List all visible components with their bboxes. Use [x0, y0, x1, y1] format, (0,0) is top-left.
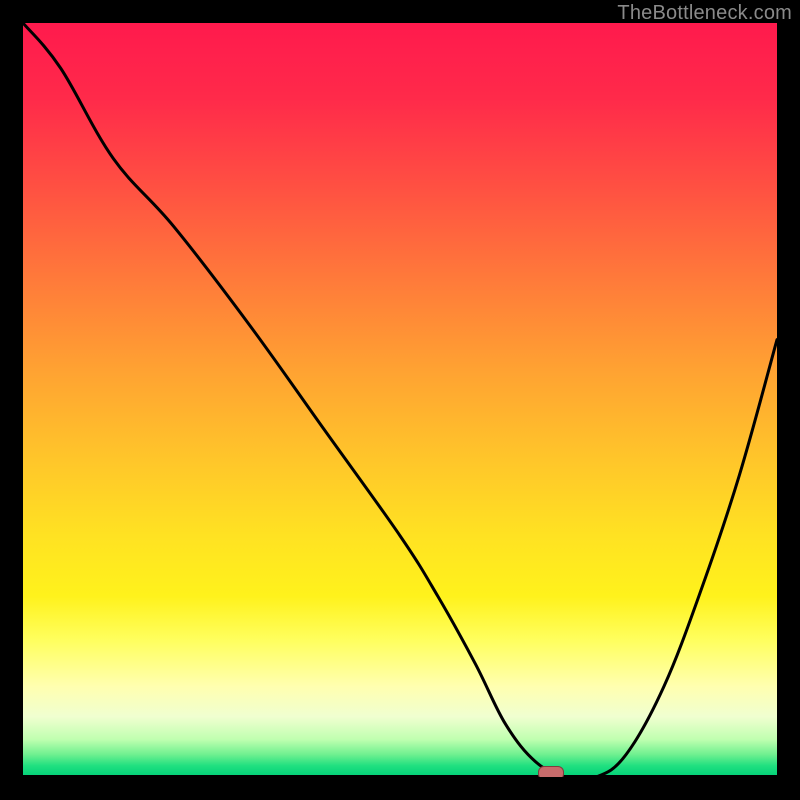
- bottleneck-curve: [23, 23, 777, 777]
- x-axis-line: [23, 775, 777, 777]
- watermark-text: TheBottleneck.com: [617, 2, 792, 25]
- chart-container: TheBottleneck.com: [0, 0, 800, 800]
- plot-area: [23, 23, 777, 777]
- optimal-marker: [538, 766, 564, 777]
